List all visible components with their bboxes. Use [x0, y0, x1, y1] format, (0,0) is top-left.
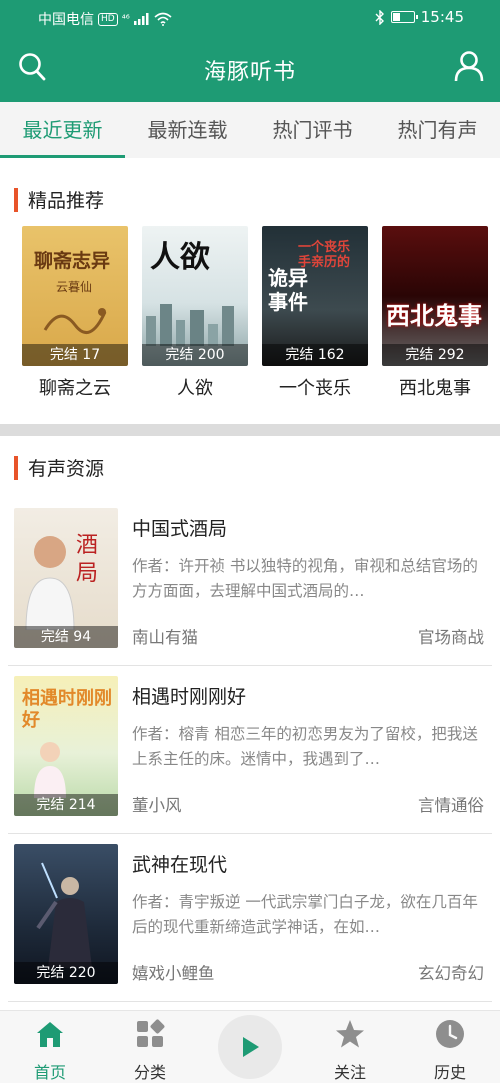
signal-icon — [133, 13, 149, 25]
book-name[interactable]: 西北鬼事 — [382, 374, 488, 400]
audio-anchor[interactable]: 董小风 — [132, 792, 182, 816]
section-accent-bar — [14, 455, 18, 480]
audio-status-badge: 完结 214 — [14, 794, 118, 816]
nav-home-label: 首页 — [33, 1063, 66, 1082]
audio-cover[interactable]: 完结 220 — [14, 844, 118, 984]
audio-list-item[interactable]: 酒局 完结 94 中国式酒局 作者：许开祯 书以独特的视角，审视和总结官场的方方… — [0, 498, 500, 666]
cover-title: 西北鬼事 — [386, 301, 482, 330]
cover-title: 酒局 — [76, 533, 99, 586]
audio-category[interactable]: 官场商战 — [418, 624, 484, 648]
battery-icon — [390, 11, 418, 23]
user-icon[interactable] — [454, 50, 484, 82]
bluetooth-icon — [375, 9, 384, 25]
category-icon — [137, 1019, 165, 1047]
audio-cover[interactable]: 相遇时刚刚好 完结 214 — [14, 676, 118, 816]
clock-time: 15:45 — [420, 8, 464, 26]
audio-title[interactable]: 相遇时刚刚好 — [132, 682, 246, 709]
book-status-badge: 完结 162 — [262, 344, 368, 366]
nav-home[interactable]: 首页 — [10, 1011, 90, 1083]
audio-category[interactable]: 言情通俗 — [418, 792, 484, 816]
audio-title[interactable]: 武神在现代 — [132, 850, 227, 877]
book-name[interactable]: 一个丧乐 — [262, 374, 368, 400]
cover-subtitle: 云暮仙 — [56, 280, 93, 294]
audio-anchor[interactable]: 南山有猫 — [132, 624, 198, 648]
section-accent-bar — [14, 187, 18, 212]
audio-list-item[interactable]: 相遇时刚刚好 完结 214 相遇时刚刚好 作者：榕青 相恋三年的初恋男友为了留校… — [0, 666, 500, 834]
tab-recent-updates[interactable]: 最近更新 — [0, 102, 125, 158]
audio-status-badge: 完结 94 — [14, 626, 118, 648]
warrior-illustration — [36, 862, 92, 968]
tab-hot-storytelling[interactable]: 热门评书 — [250, 102, 375, 158]
status-bar: 中国电信 HD ⁴⁶ 15:45 — [0, 0, 500, 34]
nav-follow[interactable]: 关注 — [310, 1011, 390, 1083]
audio-section: 有声资源 酒局 完结 94 中国式酒局 作者：许开祯 书以独特的视角，审视和总结… — [0, 436, 500, 1010]
nav-category-label: 分类 — [133, 1063, 166, 1082]
featured-book[interactable]: 人欲 完结 200 人欲 — [142, 226, 248, 400]
dragon-illustration — [43, 308, 107, 335]
book-name[interactable]: 聊斋之云 — [22, 374, 128, 400]
app-title: 海豚听书 — [203, 60, 296, 85]
home-icon — [37, 1022, 63, 1047]
book-status-badge: 完结 200 — [142, 344, 248, 366]
girl-illustration — [34, 742, 66, 798]
cover-title: 聊斋志异 — [34, 250, 111, 272]
book-name[interactable]: 人欲 — [142, 374, 248, 400]
app-header: 中国电信 HD ⁴⁶ 15:45 海豚听书 — [0, 0, 500, 102]
featured-book[interactable]: 西北鬼事 完结 292 西北鬼事 — [382, 226, 488, 400]
nav-follow-label: 关注 — [333, 1063, 366, 1082]
nav-category[interactable]: 分类 — [110, 1011, 190, 1083]
clock-icon — [436, 1020, 464, 1048]
nav-history-label: 历史 — [433, 1063, 466, 1082]
featured-book[interactable]: 一个丧乐手亲历的 诡异事件 完结 162 一个丧乐 — [262, 226, 368, 400]
audio-description: 作者：许开祯 书以独特的视角，审视和总结官场的方方面面，去理解中国式酒局的… — [132, 557, 478, 600]
book-status-badge: 完结 292 — [382, 344, 488, 366]
audio-section-title: 有声资源 — [14, 454, 104, 481]
category-tabs: 最近更新 最新连载 热门评书 热门有声 — [0, 102, 500, 158]
featured-book[interactable]: 聊斋志异 云暮仙 完结 17 聊斋之云 — [22, 226, 128, 400]
list-divider — [8, 1001, 492, 1002]
play-icon — [243, 1037, 259, 1057]
cover-title: 人欲 — [150, 240, 210, 275]
author-portrait — [25, 536, 75, 630]
city-skyline-illustration — [146, 304, 234, 346]
carrier-label: 中国电信 — [38, 12, 94, 28]
cover-title: 诡异事件 — [268, 266, 308, 314]
nav-history[interactable]: 历史 — [410, 1011, 490, 1083]
audio-list-item[interactable]: 完结 220 武神在现代 作者：青宇叛逆 一代武宗掌门白子龙，欲在几百年后的现代… — [0, 834, 500, 1002]
audio-status-badge: 完结 220 — [14, 962, 118, 984]
audio-title[interactable]: 中国式酒局 — [132, 514, 227, 541]
tab-hot-audio[interactable]: 热门有声 — [375, 102, 500, 158]
book-cover[interactable]: 人欲 完结 200 — [142, 226, 248, 366]
network-type-label: ⁴⁶ — [121, 13, 130, 25]
tab-new-serials[interactable]: 最新连载 — [125, 102, 250, 158]
audio-anchor[interactable]: 嬉戏小鲤鱼 — [132, 960, 215, 984]
featured-section: 精品推荐 聊斋志异 云暮仙 完结 17 聊斋之云 人欲 完结 200 人欲 一个… — [0, 158, 500, 424]
audio-description: 作者：青宇叛逆 一代武宗掌门白子龙，欲在几百年后的现代重新缔造武学神话，在如… — [132, 893, 478, 936]
hd-icon: HD — [98, 12, 118, 26]
book-cover[interactable]: 西北鬼事 完结 292 — [382, 226, 488, 366]
featured-section-title: 精品推荐 — [14, 186, 104, 213]
cover-title: 相遇时刚刚好 — [22, 688, 112, 731]
play-button[interactable] — [218, 1015, 282, 1079]
book-cover[interactable]: 聊斋志异 云暮仙 完结 17 — [22, 226, 128, 366]
section-divider — [0, 424, 500, 436]
star-icon — [336, 1020, 364, 1048]
audio-category[interactable]: 玄幻奇幻 — [418, 960, 484, 984]
wifi-icon — [154, 12, 172, 26]
book-cover[interactable]: 一个丧乐手亲历的 诡异事件 完结 162 — [262, 226, 368, 366]
bottom-navigation: 首页 分类 关注 历史 — [0, 1010, 500, 1083]
audio-cover[interactable]: 酒局 完结 94 — [14, 508, 118, 648]
book-status-badge: 完结 17 — [22, 344, 128, 366]
audio-description: 作者：榕青 相恋三年的初恋男友为了留校，把我送上系主任的床。迷情中，我遇到了… — [132, 725, 478, 768]
